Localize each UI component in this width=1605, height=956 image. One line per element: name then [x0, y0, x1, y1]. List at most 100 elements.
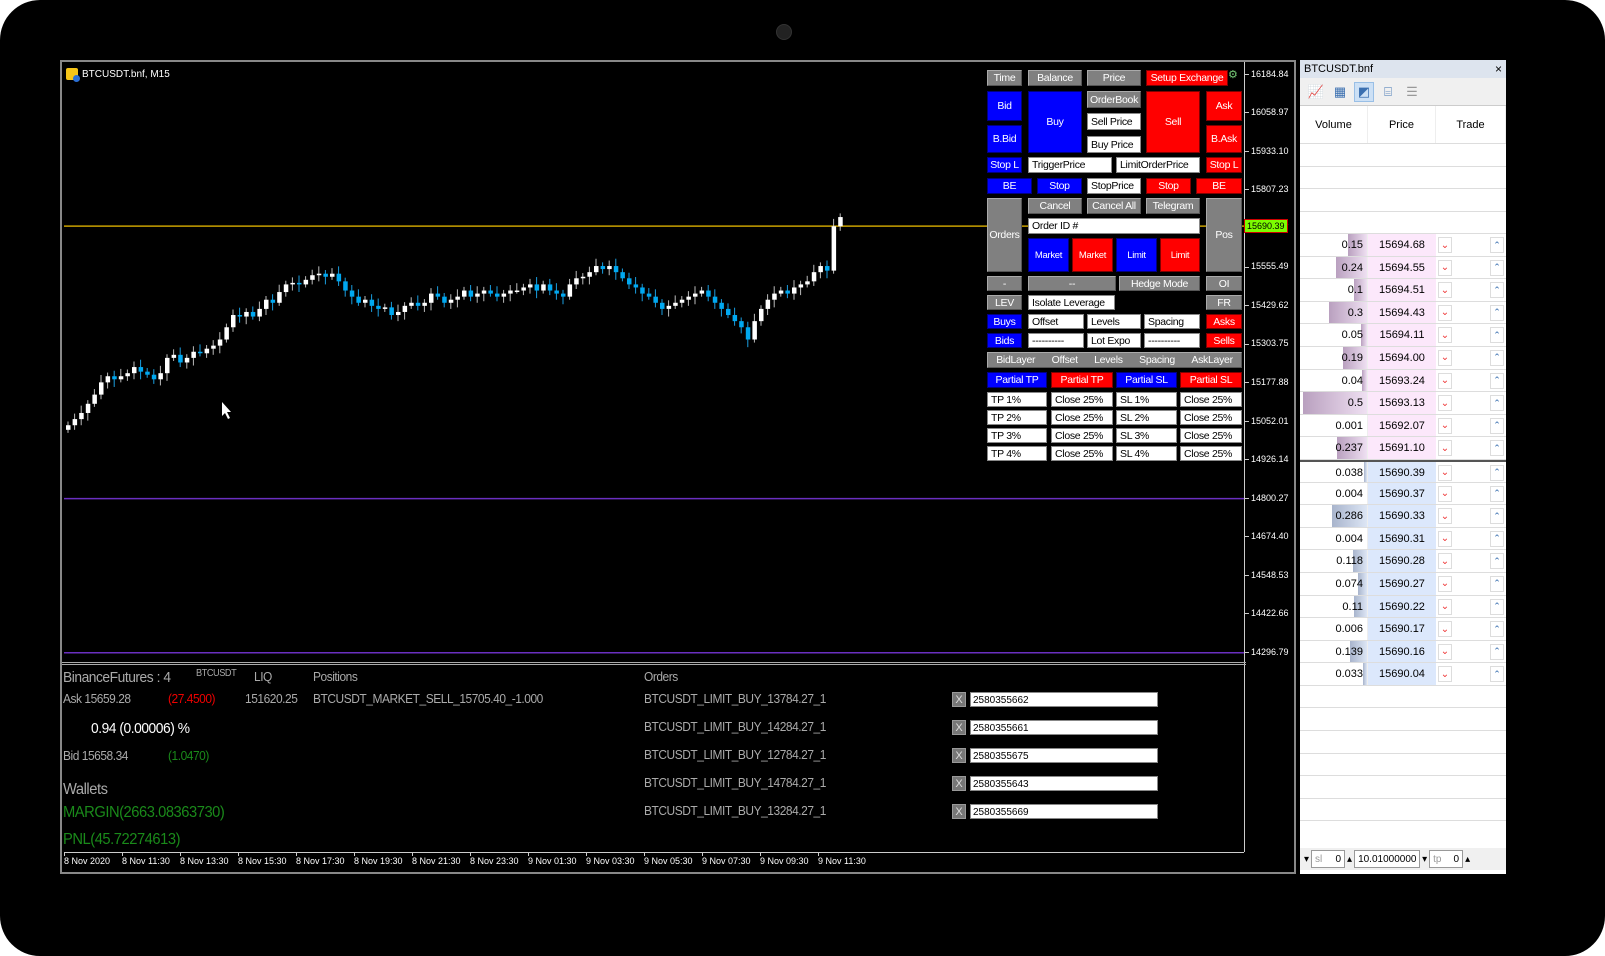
bid-row[interactable]: 0.004 15690.31 ⌄ ⌃ [1300, 527, 1506, 551]
sell-arrow-icon[interactable]: ⌄ [1438, 372, 1452, 389]
price-cell[interactable]: 15690.37 [1368, 482, 1436, 505]
pos-button[interactable]: Pos [1206, 198, 1242, 272]
layer-spacing-label[interactable]: Spacing [1139, 354, 1175, 366]
price-cell[interactable]: 15694.00 [1368, 346, 1436, 369]
buy-arrow-icon[interactable]: ⌃ [1490, 666, 1504, 683]
blank-input-1[interactable]: ---------- [1028, 333, 1084, 348]
telegram-button[interactable]: Telegram [1146, 198, 1200, 214]
bid-row[interactable]: 0.004 15690.37 ⌄ ⌃ [1300, 482, 1506, 506]
order-item[interactable]: BTCUSDT_LIMIT_BUY_14284.27_1 [644, 719, 826, 734]
order-id-input[interactable]: Order ID # [1028, 218, 1200, 234]
bid-row[interactable]: 0.006 15690.17 ⌄ ⌃ [1300, 618, 1506, 641]
sell-arrow-icon[interactable]: ⌄ [1438, 440, 1452, 457]
order-id-field[interactable]: 2580355669 [970, 804, 1158, 819]
sells-button[interactable]: Sells [1206, 333, 1242, 348]
partial-tp-sell-button[interactable]: Partial TP [1051, 372, 1113, 388]
price-cell[interactable]: 15690.31 [1368, 527, 1436, 550]
sell-arrow-icon[interactable]: ⌄ [1438, 304, 1452, 321]
price-cell[interactable]: 15694.68 [1368, 234, 1436, 256]
buys-button[interactable]: Buys [987, 314, 1022, 329]
price-cell[interactable]: 15693.24 [1368, 369, 1436, 392]
limit-order-price-input[interactable]: LimitOrderPrice [1116, 157, 1200, 173]
price-cell[interactable]: 15693.13 [1368, 392, 1436, 414]
position-item[interactable]: BTCUSDT_MARKET_SELL_15705.40_-1.000 [313, 691, 543, 706]
limit-sell-button[interactable]: Limit [1160, 238, 1200, 272]
sl-close-input[interactable]: Close 25% [1180, 410, 1242, 425]
ask-row[interactable]: 0.04 15693.24 ⌄ ⌃ [1300, 369, 1506, 393]
market-sell-button[interactable]: Market [1072, 238, 1113, 272]
trigger-price-input[interactable]: TriggerPrice [1028, 157, 1112, 173]
order-item[interactable]: BTCUSDT_LIMIT_BUY_14784.27_1 [644, 775, 826, 790]
cancel-order-button[interactable]: X [952, 692, 966, 707]
sl-level-input[interactable]: SL 1% [1116, 392, 1177, 407]
buy-button[interactable]: Buy [1028, 91, 1082, 153]
buy-arrow-icon[interactable]: ⌃ [1490, 282, 1504, 299]
orderbook-button[interactable]: OrderBook [1087, 91, 1141, 108]
bid-row[interactable]: 0.074 15690.27 ⌄ ⌃ [1300, 572, 1506, 596]
price-cell[interactable]: 15690.27 [1368, 572, 1436, 595]
fr-button[interactable]: FR [1206, 295, 1242, 310]
stop-buy-button[interactable]: Stop [1037, 178, 1082, 194]
price-cell[interactable]: 15694.43 [1368, 301, 1436, 324]
buy-arrow-icon[interactable]: ⌃ [1490, 643, 1504, 660]
chart-window[interactable]: BTCUSDT.bnf, M15 16184.84 16058.97 15933.1… [60, 60, 1296, 874]
partial-tp-buy-button[interactable]: Partial TP [987, 372, 1047, 388]
oi-button[interactable]: OI [1206, 276, 1242, 291]
ask-row[interactable]: 0.237 15691.10 ⌄ ⌃ [1300, 437, 1506, 460]
bid-row[interactable]: 0.033 15690.04 ⌄ ⌃ [1300, 663, 1506, 686]
sell-arrow-icon[interactable]: ⌄ [1438, 349, 1452, 366]
sell-arrow-icon[interactable]: ⌄ [1438, 598, 1452, 615]
price-cell[interactable]: 15690.28 [1368, 550, 1436, 572]
order-item[interactable]: BTCUSDT_LIMIT_BUY_13784.27_1 [644, 691, 826, 706]
bids-button[interactable]: Bids [987, 333, 1022, 348]
sell-arrow-icon[interactable]: ⌄ [1438, 530, 1452, 547]
be-right-button[interactable]: BE [1196, 178, 1242, 194]
order-id-field[interactable]: 2580355661 [970, 720, 1158, 735]
order-item[interactable]: BTCUSDT_LIMIT_BUY_13284.27_1 [644, 803, 826, 818]
order-id-field[interactable]: 2580355675 [970, 748, 1158, 763]
buy-arrow-icon[interactable]: ⌃ [1490, 327, 1504, 344]
cancel-button[interactable]: Cancel [1028, 198, 1082, 214]
setup-exchange-button[interactable]: Setup Exchange [1146, 70, 1228, 86]
price-cell[interactable]: 15694.11 [1368, 324, 1436, 346]
sell-arrow-icon[interactable]: ⌄ [1438, 327, 1452, 344]
sell-arrow-icon[interactable]: ⌄ [1438, 553, 1452, 570]
buy-arrow-icon[interactable]: ⌃ [1490, 440, 1504, 457]
buy-price-input[interactable]: Buy Price [1087, 136, 1141, 153]
partial-sl-sell-button[interactable]: Partial SL [1180, 372, 1242, 388]
lot-input[interactable]: 10.01000000 [1354, 850, 1421, 868]
cancel-order-button[interactable]: X [952, 776, 966, 791]
buy-arrow-icon[interactable]: ⌃ [1490, 395, 1504, 412]
ask-button[interactable]: Ask [1206, 91, 1242, 121]
stop-sell-button[interactable]: Stop [1146, 178, 1191, 194]
cancel-order-button[interactable]: X [952, 748, 966, 763]
sell-price-input[interactable]: Sell Price [1087, 113, 1141, 130]
asks-button[interactable]: Asks [1206, 314, 1242, 329]
bask-button[interactable]: B.Ask [1206, 125, 1242, 153]
tp-increment-icon[interactable]: ▴ [1465, 854, 1470, 865]
time-axis[interactable]: 8 Nov 2020 8 Nov 11:30 8 Nov 13:30 8 Nov 15… [64, 852, 1244, 872]
ask-row[interactable]: 0.1 15694.51 ⌄ ⌃ [1300, 279, 1506, 302]
tp-level-input[interactable]: TP 1% [987, 392, 1047, 407]
sl-close-input[interactable]: Close 25% [1180, 428, 1242, 443]
sl-close-input[interactable]: Close 25% [1180, 392, 1242, 407]
sell-arrow-icon[interactable]: ⌄ [1438, 464, 1452, 481]
price-cell[interactable]: 15690.39 [1368, 461, 1436, 482]
spacing-input[interactable]: Spacing [1144, 314, 1200, 329]
ask-row[interactable]: 0.15 15694.68 ⌄ ⌃ [1300, 234, 1506, 257]
stop-loss-right-button[interactable]: Stop L [1206, 157, 1242, 173]
tp-level-input[interactable]: TP 3% [987, 428, 1047, 443]
price-cell[interactable]: 15691.10 [1368, 437, 1436, 459]
magnet-chart-icon[interactable]: ◩ [1354, 81, 1374, 102]
sell-arrow-icon[interactable]: ⌄ [1438, 485, 1452, 502]
price-axis[interactable]: 16184.84 16058.97 15933.10 15807.23 15690.39… [1244, 62, 1298, 852]
layer-levels-label[interactable]: Levels [1094, 354, 1123, 366]
levels-input[interactable]: Levels [1087, 314, 1141, 329]
buy-arrow-icon[interactable]: ⌃ [1490, 349, 1504, 366]
be-left-button[interactable]: BE [987, 178, 1032, 194]
sell-arrow-icon[interactable]: ⌄ [1438, 395, 1452, 412]
ask-row[interactable]: 0.5 15693.13 ⌄ ⌃ [1300, 392, 1506, 415]
lot-dropdown-icon[interactable]: ▾ [1422, 854, 1427, 865]
buy-arrow-icon[interactable]: ⌃ [1490, 237, 1504, 253]
bid-row[interactable]: 0.118 15690.28 ⌄ ⌃ [1300, 550, 1506, 573]
